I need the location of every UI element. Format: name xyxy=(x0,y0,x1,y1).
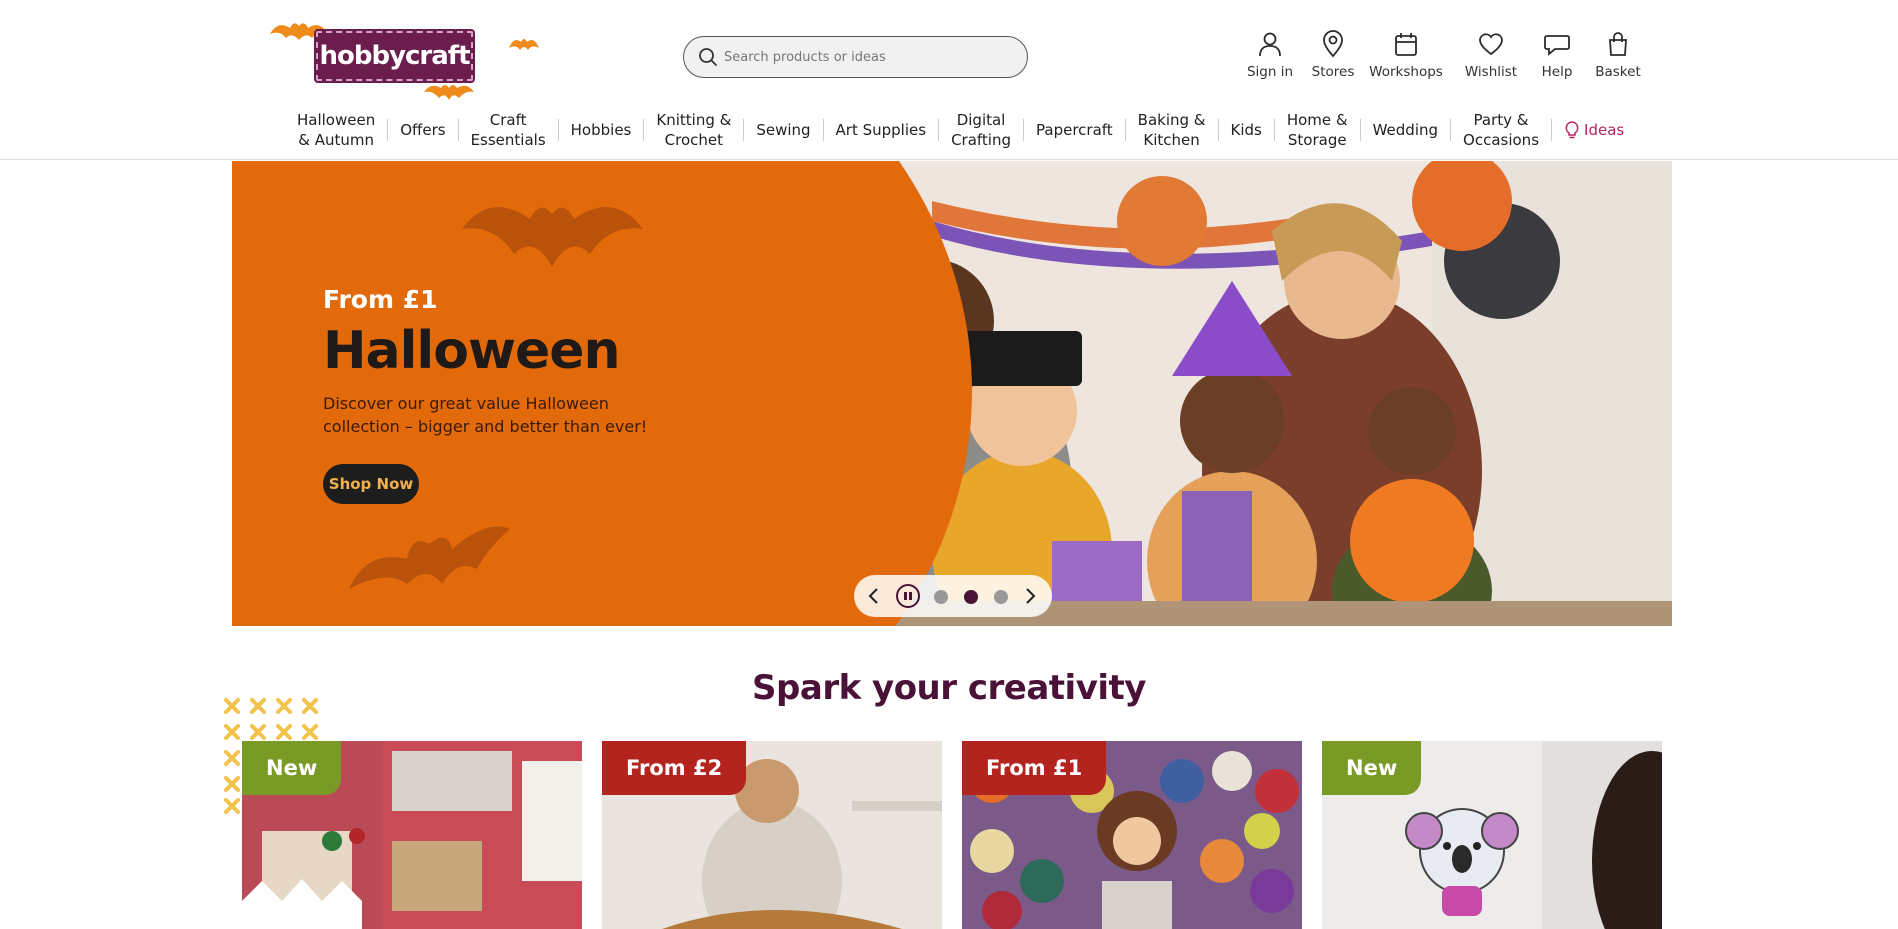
hobbycraft-logo[interactable]: hobbycraft xyxy=(268,14,540,104)
nav-label: Digital xyxy=(956,111,1006,129)
carousel-pause-button[interactable] xyxy=(896,584,920,608)
site-header: hobbycraft Sign in Stores Workshops Wish… xyxy=(0,0,1898,160)
nav-label: Hobbies xyxy=(570,121,632,139)
nav-label: Craft xyxy=(489,111,527,129)
nav-label: Party & xyxy=(1473,111,1529,129)
speech-bubble-icon xyxy=(1544,35,1570,56)
heart-icon xyxy=(1479,33,1503,56)
hero-description: Discover our great value Halloween colle… xyxy=(323,394,648,436)
card-badge: New xyxy=(242,741,342,795)
bat-decoration-icon xyxy=(462,207,643,267)
bat-decoration-icon xyxy=(509,39,539,50)
search-icon[interactable] xyxy=(698,47,718,67)
carousel-dot[interactable] xyxy=(934,590,948,604)
location-pin-icon xyxy=(1323,30,1343,58)
stores-label: Stores xyxy=(1311,64,1355,80)
nav-label: & Autumn xyxy=(298,131,374,149)
card-badge: From £2 xyxy=(602,741,747,795)
hero-banner[interactable]: From £1 Halloween Discover our great val… xyxy=(232,161,1672,626)
help-label: Help xyxy=(1541,64,1573,80)
nav-art-supplies[interactable]: Art Supplies xyxy=(824,120,939,140)
pause-icon xyxy=(904,592,912,600)
nav-label: Crafting xyxy=(951,131,1011,149)
card-badge: From £1 xyxy=(962,741,1107,795)
nav-ideas[interactable]: Ideas xyxy=(1552,120,1636,140)
logo-text: hobbycraft xyxy=(319,41,470,71)
chevron-left-icon xyxy=(868,588,878,604)
nav-label: Baking & xyxy=(1137,111,1206,129)
carousel-next-button[interactable] xyxy=(1018,584,1042,608)
hero-eyebrow: From £1 xyxy=(323,285,438,314)
search-bar[interactable] xyxy=(683,36,1028,78)
wishlist-label: Wishlist xyxy=(1464,64,1518,80)
nav-offers[interactable]: Offers xyxy=(388,120,457,140)
carousel-dot[interactable] xyxy=(994,590,1008,604)
nav-craft-essentials[interactable]: Craft Essentials xyxy=(459,110,558,150)
nav-label: Offers xyxy=(400,121,446,139)
carousel-controls xyxy=(854,575,1052,617)
nav-label: Wedding xyxy=(1372,121,1439,139)
hero-title: Halloween xyxy=(323,321,621,381)
nav-label: Occasions xyxy=(1463,131,1540,149)
nav-label: Sewing xyxy=(756,121,811,139)
calendar-icon xyxy=(1395,33,1417,56)
main-nav: Halloween & Autumn Offers Craft Essentials… xyxy=(285,108,1636,152)
nav-wedding[interactable]: Wedding xyxy=(1361,120,1450,140)
workshops-link[interactable]: Workshops xyxy=(1361,30,1451,80)
nav-kids[interactable]: Kids xyxy=(1219,120,1274,140)
carousel-prev-button[interactable] xyxy=(862,584,886,608)
nav-label: Kitchen xyxy=(1143,131,1200,149)
product-card[interactable]: New xyxy=(1322,741,1662,929)
nav-party-occasions[interactable]: Party & Occasions xyxy=(1451,110,1551,150)
nav-label: Ideas xyxy=(1584,121,1625,139)
product-card[interactable]: From £2 xyxy=(602,741,942,929)
nav-label: Crochet xyxy=(664,131,724,149)
nav-home-storage[interactable]: Home & Storage xyxy=(1275,110,1360,150)
nav-label: Kids xyxy=(1230,121,1262,139)
nav-label: Home & xyxy=(1286,111,1348,129)
nav-label: Essentials xyxy=(470,131,546,149)
bat-decoration-icon xyxy=(424,85,474,100)
sign-in-label: Sign in xyxy=(1246,64,1294,80)
nav-label: Papercraft xyxy=(1036,121,1113,139)
nav-digital-crafting[interactable]: Digital Crafting xyxy=(939,110,1023,150)
nav-halloween-autumn[interactable]: Halloween & Autumn xyxy=(285,110,387,150)
shopping-bag-icon xyxy=(1609,32,1627,56)
chevron-right-icon xyxy=(1026,588,1036,604)
nav-sewing[interactable]: Sewing xyxy=(744,120,822,140)
bat-decoration-icon xyxy=(349,526,510,589)
carousel-dot-active[interactable] xyxy=(964,590,978,604)
workshops-label: Workshops xyxy=(1369,64,1443,80)
nav-papercraft[interactable]: Papercraft xyxy=(1024,120,1125,140)
lightbulb-icon xyxy=(1565,121,1579,139)
product-card[interactable]: New xyxy=(242,741,582,929)
card-badge: New xyxy=(1322,741,1422,795)
nav-label: Storage xyxy=(1287,131,1347,149)
nav-hobbies[interactable]: Hobbies xyxy=(559,120,644,140)
nav-label: Knitting & xyxy=(656,111,732,129)
basket-label: Basket xyxy=(1595,64,1641,80)
product-card[interactable]: From £1 xyxy=(962,741,1302,929)
person-icon xyxy=(1259,32,1281,57)
logo-badge: hobbycraft xyxy=(314,29,475,83)
shop-now-button[interactable]: Shop Now xyxy=(323,464,419,504)
basket-link[interactable]: Basket xyxy=(1573,30,1663,80)
nav-label: Art Supplies xyxy=(835,121,927,139)
nav-knitting-crochet[interactable]: Knitting & Crochet xyxy=(644,110,743,150)
nav-baking-kitchen[interactable]: Baking & Kitchen xyxy=(1126,110,1218,150)
nav-label: Halloween xyxy=(297,111,376,129)
search-input[interactable] xyxy=(724,49,1014,65)
